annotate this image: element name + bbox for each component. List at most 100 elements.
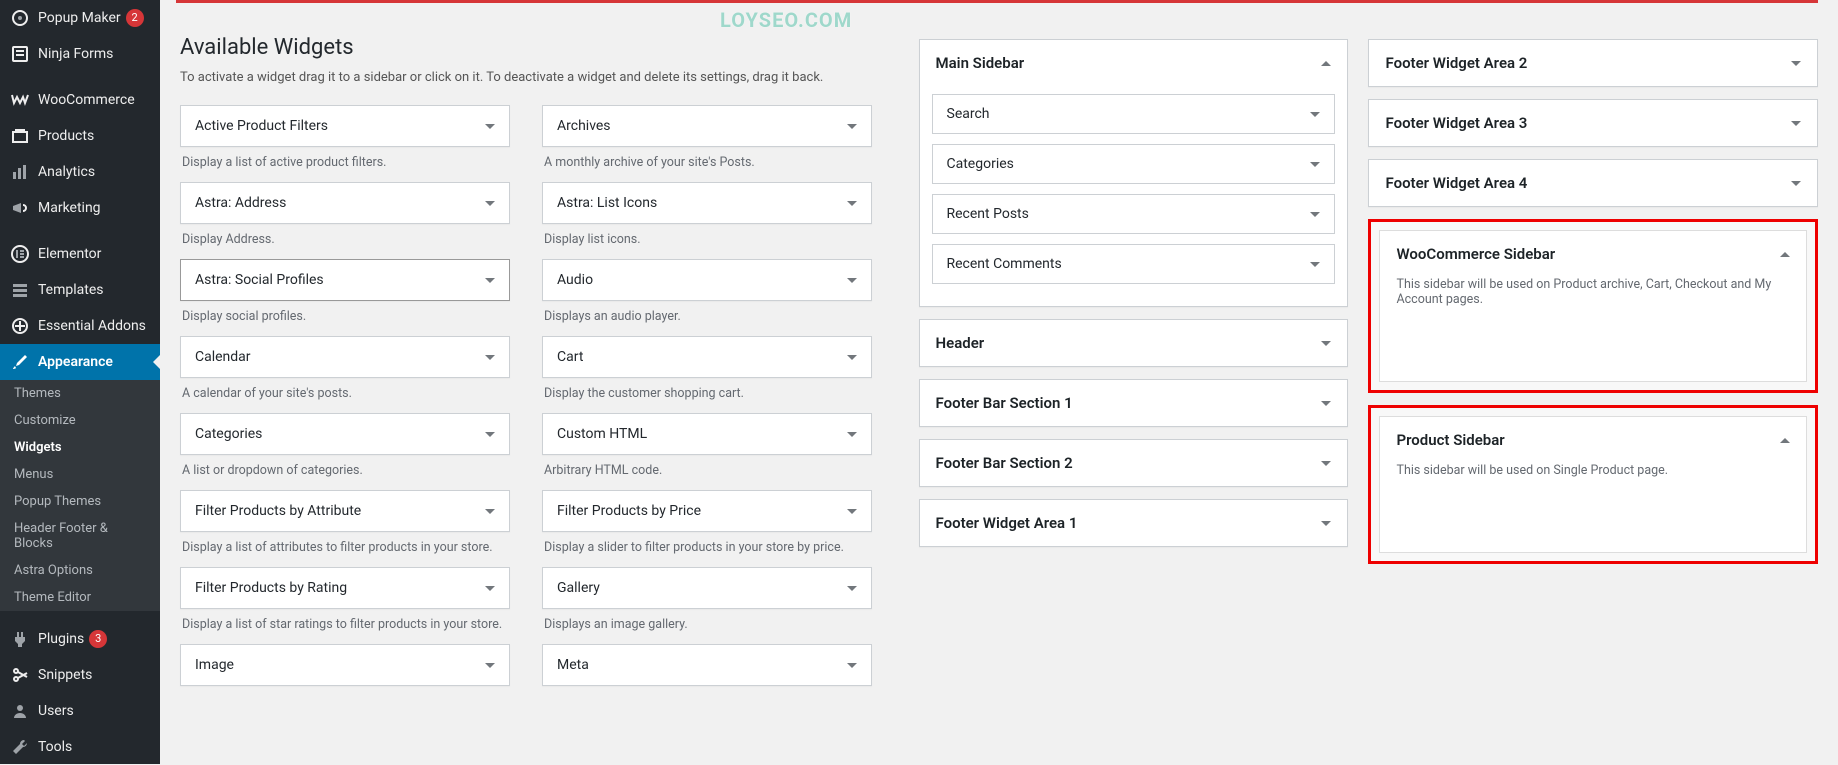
widget-header[interactable]: Custom HTML [542, 413, 872, 455]
area-footer-widget-3: Footer Widget Area 3 [1368, 99, 1818, 147]
available-widget-item: Categories A list or dropdown of categor… [180, 413, 510, 478]
area-header[interactable]: Footer Widget Area 1 [920, 500, 1348, 546]
available-widget-item: Cart Display the customer shopping cart. [542, 336, 872, 401]
area-widget-item[interactable]: Recent Posts [932, 194, 1336, 234]
sidebar-item-users[interactable]: Users [0, 693, 160, 729]
area-widget-item[interactable]: Categories [932, 144, 1336, 184]
sidebar-item-woocommerce[interactable]: WooCommerce [0, 82, 160, 118]
notification-badge: 3 [89, 630, 107, 648]
sidebar-item-templates[interactable]: Templates [0, 272, 160, 308]
sidebar-item-analytics[interactable]: Analytics [0, 154, 160, 190]
chevron-down-icon [1310, 212, 1320, 217]
analytics-icon [10, 162, 30, 182]
sidebar-item-marketing[interactable]: Marketing [0, 190, 160, 226]
widget-header[interactable]: Active Product Filters [180, 105, 510, 147]
area-header[interactable]: WooCommerce Sidebar [1380, 231, 1806, 277]
chevron-down-icon [485, 432, 495, 437]
widget-title: Astra: Address [195, 195, 286, 211]
widget-header[interactable]: Astra: List Icons [542, 182, 872, 224]
sidebar-item-appearance[interactable]: Appearance [0, 344, 160, 380]
area-drop-zone[interactable] [1380, 325, 1806, 381]
top-accent-bar [176, 0, 1818, 3]
sidebar-item-ninja-forms[interactable]: Ninja Forms [0, 36, 160, 72]
widget-header[interactable]: Astra: Address [180, 182, 510, 224]
submenu-popup-themes[interactable]: Popup Themes [0, 488, 160, 515]
chevron-down-icon [485, 586, 495, 591]
area-drop-zone[interactable] [1380, 496, 1806, 552]
submenu-astra-options[interactable]: Astra Options [0, 557, 160, 584]
products-icon [10, 126, 30, 146]
widget-header[interactable]: Filter Products by Price [542, 490, 872, 532]
widget-header[interactable]: Cart [542, 336, 872, 378]
widget-header[interactable]: Categories [180, 413, 510, 455]
available-widget-item: Astra: List Icons Display list icons. [542, 182, 872, 247]
users-icon [10, 701, 30, 721]
widget-description: A list or dropdown of categories. [180, 463, 510, 478]
area-header[interactable]: Main Sidebar [920, 40, 1348, 86]
widget-header[interactable]: Archives [542, 105, 872, 147]
popup-icon [10, 8, 30, 28]
area-widget-item[interactable]: Search [932, 94, 1336, 134]
chevron-down-icon [847, 663, 857, 668]
sidebar-item-essential-addons[interactable]: Essential Addons [0, 308, 160, 344]
area-header[interactable]: Footer Widget Area 4 [1369, 160, 1817, 206]
chevron-down-icon [485, 663, 495, 668]
area-header[interactable]: Footer Bar Section 1 [920, 380, 1348, 426]
widget-title: Filter Products by Price [557, 503, 701, 519]
scissors-icon [10, 665, 30, 685]
widget-title: Categories [195, 426, 262, 442]
area-description: This sidebar will be used on Product arc… [1380, 277, 1806, 325]
available-widget-item: Meta [542, 644, 872, 686]
widget-title: Meta [557, 657, 589, 673]
submenu-theme-editor[interactable]: Theme Editor [0, 584, 160, 611]
area-body[interactable]: Search Categories Recent Posts Recent Co… [920, 86, 1348, 306]
widget-description: Display social profiles. [180, 309, 510, 324]
submenu-header-footer[interactable]: Header Footer & Blocks [0, 515, 160, 557]
plugin-icon [10, 629, 30, 649]
sidebar-item-plugins[interactable]: Plugins 3 [0, 621, 160, 657]
area-header[interactable]: Footer Widget Area 2 [1369, 40, 1817, 86]
widget-header[interactable]: Audio [542, 259, 872, 301]
area-main-sidebar: Main Sidebar Search Categories Recent Po… [919, 39, 1349, 307]
widget-header[interactable]: Image [180, 644, 510, 686]
widget-header[interactable]: Calendar [180, 336, 510, 378]
widget-header[interactable]: Astra: Social Profiles [180, 259, 510, 301]
available-widgets-column: Available Widgets To activate a widget d… [180, 7, 909, 698]
chevron-down-icon [847, 509, 857, 514]
area-title: Main Sidebar [936, 54, 1025, 72]
chevron-up-icon [1780, 252, 1790, 257]
area-footer-widget-1: Footer Widget Area 1 [919, 499, 1349, 547]
available-widget-item: Archives A monthly archive of your site'… [542, 105, 872, 170]
admin-sidebar: Popup Maker 2 Ninja Forms WooCommerce Pr… [0, 0, 160, 764]
area-description: This sidebar will be used on Single Prod… [1380, 463, 1806, 496]
area-header[interactable]: Header [920, 320, 1348, 366]
widget-header[interactable]: Gallery [542, 567, 872, 609]
sidebar-item-tools[interactable]: Tools [0, 729, 160, 765]
highlight-product-sidebar: Product Sidebar This sidebar will be use… [1368, 405, 1818, 564]
notification-badge: 2 [126, 9, 144, 27]
widget-header[interactable]: Meta [542, 644, 872, 686]
widget-header[interactable]: Filter Products by Attribute [180, 490, 510, 532]
sidebar-item-snippets[interactable]: Snippets [0, 657, 160, 693]
chevron-down-icon [1321, 401, 1331, 406]
sidebar-item-elementor[interactable]: Elementor [0, 236, 160, 272]
chevron-down-icon [847, 355, 857, 360]
area-footer-bar-1: Footer Bar Section 1 [919, 379, 1349, 427]
chevron-up-icon [1780, 438, 1790, 443]
submenu-widgets[interactable]: Widgets [0, 434, 160, 461]
area-header[interactable]: Footer Widget Area 3 [1369, 100, 1817, 146]
sidebar-item-popup-maker[interactable]: Popup Maker 2 [0, 0, 160, 36]
area-header[interactable]: Footer Bar Section 2 [920, 440, 1348, 486]
submenu-menus[interactable]: Menus [0, 461, 160, 488]
available-widget-item: Audio Displays an audio player. [542, 259, 872, 324]
submenu-customize[interactable]: Customize [0, 407, 160, 434]
submenu-themes[interactable]: Themes [0, 380, 160, 407]
chevron-down-icon [485, 509, 495, 514]
chevron-down-icon [847, 586, 857, 591]
widget-header[interactable]: Filter Products by Rating [180, 567, 510, 609]
area-widget-item[interactable]: Recent Comments [932, 244, 1336, 284]
sidebar-item-products[interactable]: Products [0, 118, 160, 154]
content-area: Available Widgets To activate a widget d… [160, 0, 1838, 698]
available-widget-item: Image [180, 644, 510, 686]
area-header[interactable]: Product Sidebar [1380, 417, 1806, 463]
